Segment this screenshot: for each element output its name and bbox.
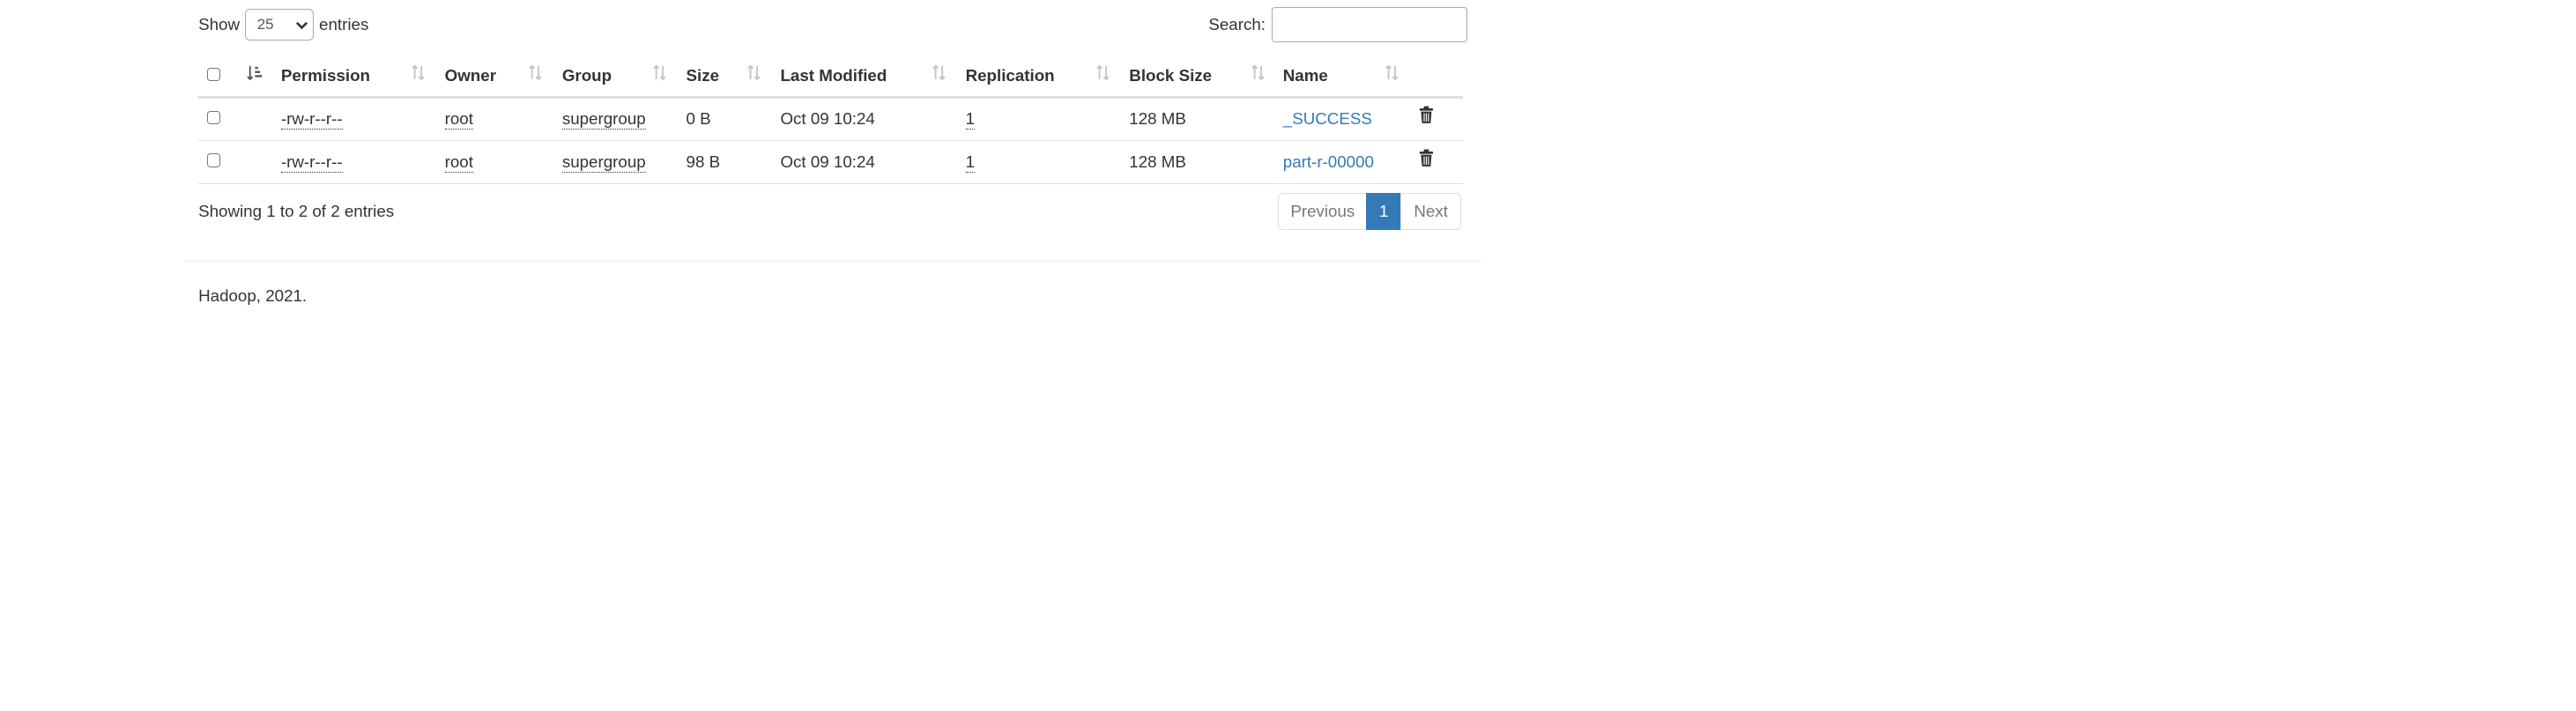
row-owner[interactable]: root [444, 109, 473, 130]
footer-text: Hadoop, 2021. [198, 285, 308, 305]
row-group[interactable]: supergroup [561, 152, 646, 174]
select-all-checkbox[interactable] [206, 67, 220, 82]
row-size: 98 B [686, 152, 721, 171]
row-name-link[interactable]: _SUCCESS [1283, 109, 1372, 130]
table-info: Showing 1 to 2 of 2 entries [198, 201, 395, 220]
row-checkbox[interactable] [206, 153, 220, 167]
row-block-size: 128 MB [1129, 108, 1186, 128]
pagination: Previous 1 Next [1278, 193, 1462, 230]
sort-ascending-icon[interactable] [246, 64, 264, 81]
sort-both-icon[interactable] [1250, 64, 1266, 81]
file-browser: Show 25 entries Search: Permission Owner… [0, 0, 2576, 711]
column-header-replication[interactable]: Replication [966, 66, 1055, 86]
column-header-owner[interactable]: Owner [445, 66, 496, 86]
sort-both-icon[interactable] [1095, 64, 1111, 81]
row-size: 0 B [686, 108, 711, 128]
sort-both-icon[interactable] [410, 64, 427, 81]
column-header-last-modified[interactable]: Last Modified [780, 66, 887, 86]
entries-length-control: Show 25 entries [198, 8, 368, 41]
row-block-size: 128 MB [1129, 152, 1186, 171]
sort-both-icon[interactable] [746, 64, 762, 81]
row-permission[interactable]: -rw-r--r-- [280, 152, 343, 174]
row-last-modified: Oct 09 10:24 [780, 152, 875, 171]
row-checkbox[interactable] [206, 110, 220, 124]
column-header-name[interactable]: Name [1283, 66, 1328, 86]
search-input[interactable] [1272, 7, 1467, 42]
column-header-group[interactable]: Group [562, 66, 612, 86]
column-header-block-size[interactable]: Block Size [1129, 66, 1212, 86]
sort-both-icon[interactable] [527, 64, 544, 81]
row-name-link[interactable]: part-r-00000 [1283, 152, 1374, 173]
row-last-modified: Oct 09 10:24 [780, 108, 875, 128]
column-header-permission[interactable]: Permission [281, 66, 370, 86]
page-1-button[interactable]: 1 [1365, 193, 1402, 230]
trash-icon[interactable] [1419, 106, 1434, 124]
row-group[interactable]: supergroup [561, 109, 646, 130]
search-label: Search: [1208, 15, 1266, 34]
next-page-button[interactable]: Next [1399, 193, 1462, 230]
footer-divider [185, 261, 1481, 262]
sort-both-icon[interactable] [1384, 64, 1400, 81]
show-label: Show [198, 15, 241, 34]
sort-both-icon[interactable] [651, 64, 668, 81]
row-divider [198, 140, 1464, 141]
chevron-down-icon [295, 21, 308, 29]
row-divider [198, 183, 1464, 184]
previous-page-button[interactable]: Previous [1278, 193, 1368, 230]
header-bottom-border [198, 95, 1464, 99]
trash-icon[interactable] [1419, 149, 1434, 167]
entries-per-page-value: 25 [256, 16, 274, 33]
search-filter: Search: [1208, 7, 1467, 43]
row-owner[interactable]: root [444, 152, 473, 174]
column-header-size[interactable]: Size [687, 66, 720, 86]
row-replication[interactable]: 1 [965, 109, 976, 130]
row-replication[interactable]: 1 [965, 152, 976, 174]
row-permission[interactable]: -rw-r--r-- [280, 109, 343, 130]
sort-both-icon[interactable] [931, 64, 947, 81]
entries-label: entries [319, 15, 369, 34]
entries-per-page-select[interactable]: 25 [244, 9, 315, 41]
